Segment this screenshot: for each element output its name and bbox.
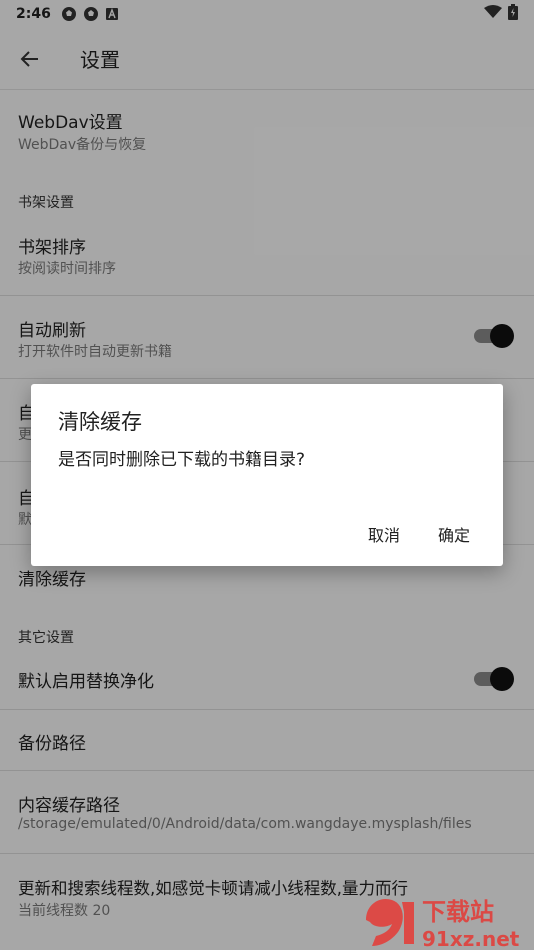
cancel-button[interactable]: 取消 — [364, 520, 404, 548]
watermark-domain: 91xz.net — [422, 927, 520, 950]
dialog-message: 是否同时删除已下载的书籍目录? — [58, 450, 306, 470]
clear-cache-dialog: 清除缓存 是否同时删除已下载的书籍目录? 取消 确定 — [31, 384, 503, 566]
confirm-button[interactable]: 确定 — [434, 520, 474, 548]
watermark-logo: 下载站 91xz.net — [362, 890, 534, 950]
dialog-title: 清除缓存 — [58, 410, 142, 434]
watermark-brand: 下载站 — [422, 898, 494, 926]
